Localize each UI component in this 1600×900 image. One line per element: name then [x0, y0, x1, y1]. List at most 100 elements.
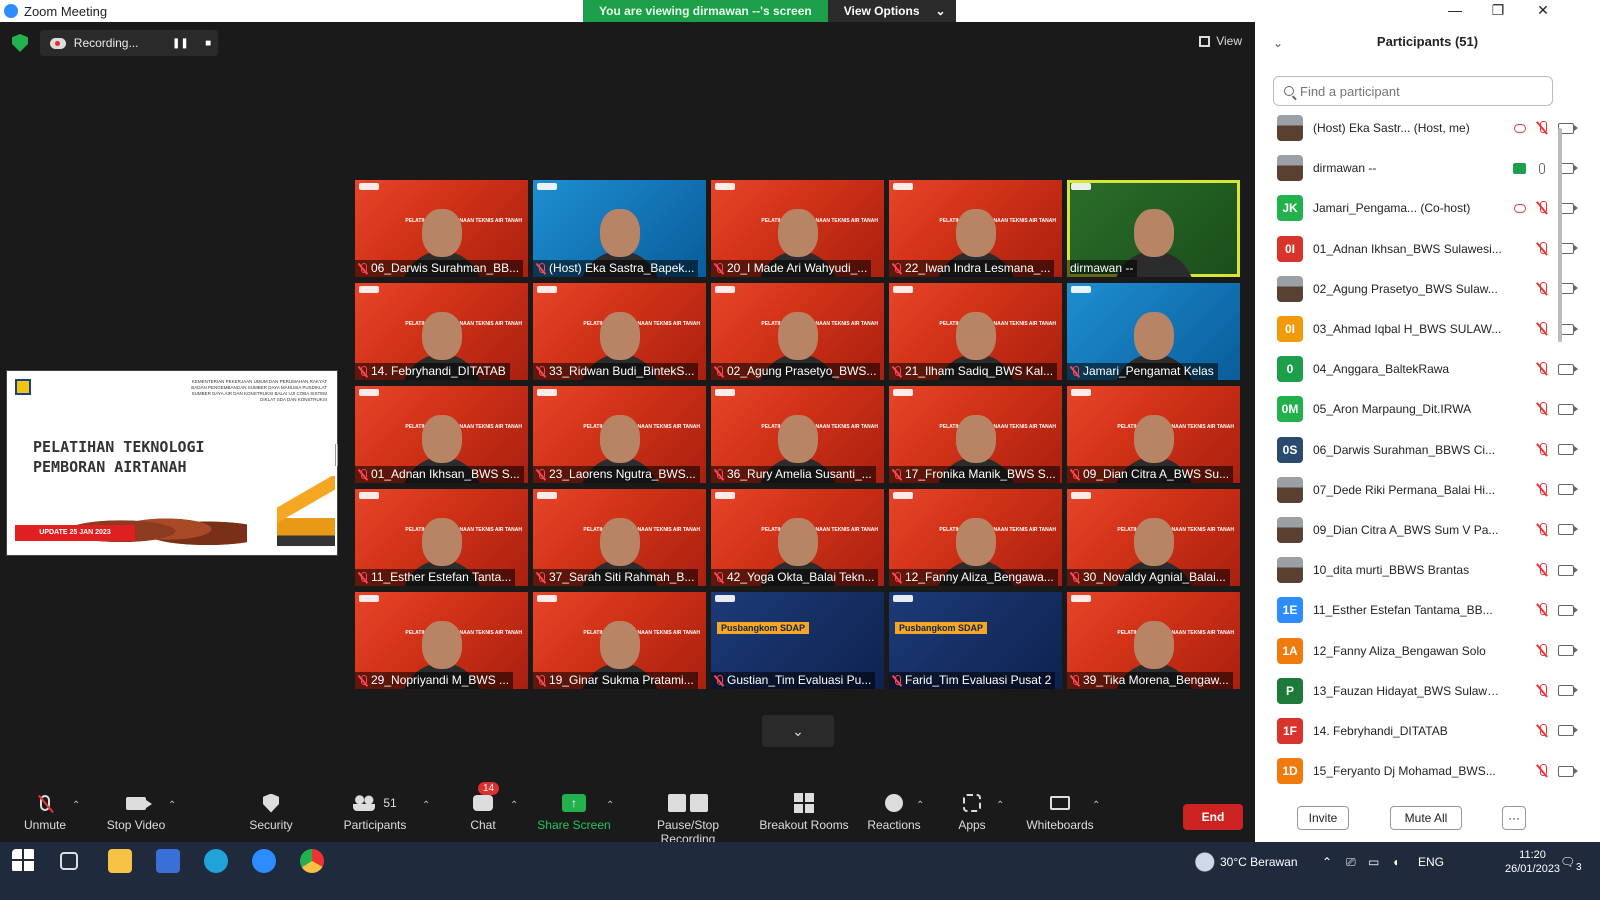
- video-tile[interactable]: PELATIHAN PERENCANAAN TEKNIS AIR TANAH 37…: [533, 489, 706, 586]
- notifications-icon[interactable]: 🗨: [1560, 842, 1575, 882]
- whiteboards-options-caret[interactable]: ⌃: [1092, 800, 1100, 811]
- participants-button[interactable]: 51 Participants: [340, 792, 410, 832]
- video-tile[interactable]: PELATIHAN PERENCANAAN TEKNIS AIR TANAH 29…: [355, 592, 528, 689]
- view-button[interactable]: View: [1199, 34, 1242, 48]
- participant-row[interactable]: 1F 14. Febryhandi_DITATAB: [1255, 711, 1600, 751]
- unmute-button[interactable]: Unmute: [22, 792, 68, 832]
- mic-muted-icon[interactable]: [1536, 723, 1548, 738]
- stop-video-button[interactable]: Stop Video: [104, 792, 168, 832]
- mute-all-button[interactable]: Mute All: [1390, 806, 1462, 830]
- stop-recording-button[interactable]: ■: [198, 38, 218, 49]
- apps-options-caret[interactable]: ⌃: [996, 800, 1004, 811]
- close-button[interactable]: ✕: [1523, 0, 1563, 22]
- participant-row[interactable]: 0 04_Anggara_BaltekRawa: [1255, 349, 1600, 389]
- windows-start-icon[interactable]: [12, 849, 36, 873]
- mic-muted-icon[interactable]: [1536, 683, 1548, 698]
- edge-browser-icon[interactable]: [204, 849, 228, 873]
- participant-row[interactable]: 0S 06_Darwis Surahman_BBWS Ci...: [1255, 430, 1600, 470]
- participant-row[interactable]: dirmawan --: [1255, 148, 1600, 188]
- video-tile[interactable]: PELATIHAN PERENCANAAN TEKNIS AIR TANAH 30…: [1067, 489, 1240, 586]
- participant-row[interactable]: JK Jamari_Pengama... (Co-host): [1255, 188, 1600, 228]
- participant-row[interactable]: 09_Dian Citra A_BWS Sum V Pa...: [1255, 510, 1600, 550]
- task-view-icon[interactable]: [60, 852, 78, 870]
- zoom-taskbar-icon[interactable]: [252, 849, 276, 873]
- encryption-shield-icon[interactable]: [12, 34, 28, 52]
- mic-muted-icon[interactable]: [1536, 281, 1548, 296]
- share-options-caret[interactable]: ⌃: [606, 800, 614, 811]
- chat-button[interactable]: 14 Chat: [466, 782, 500, 832]
- breakout-rooms-button[interactable]: Breakout Rooms: [758, 792, 850, 832]
- network-icon[interactable]: ▭: [1368, 842, 1379, 882]
- file-explorer-icon[interactable]: [108, 849, 132, 873]
- whiteboards-button[interactable]: Whiteboards: [1024, 792, 1096, 832]
- video-tile[interactable]: PELATIHAN PERENCANAAN TEKNIS AIR TANAH 17…: [889, 386, 1062, 483]
- mic-on-icon[interactable]: [1539, 162, 1545, 174]
- volume-icon[interactable]: ◖: [1392, 842, 1399, 882]
- minimize-button[interactable]: —: [1435, 0, 1475, 22]
- maximize-button[interactable]: ❐: [1478, 0, 1518, 22]
- participant-row[interactable]: (Host) Eka Sastr... (Host, me): [1255, 108, 1600, 148]
- mic-muted-icon[interactable]: [1536, 402, 1548, 416]
- video-tile[interactable]: Pusbangkom SDAP Gustian_Tim Evaluasi Pu..…: [711, 592, 884, 689]
- video-tile[interactable]: PELATIHAN PERENCANAAN TEKNIS AIR TANAH 06…: [355, 180, 528, 277]
- mic-muted-icon[interactable]: [1536, 121, 1548, 135]
- participant-row[interactable]: 1D 15_Feryanto Dj Mohamad_BWS...: [1255, 751, 1600, 791]
- participant-row[interactable]: P 13_Fauzan Hidayat_BWS Sulawe...: [1255, 671, 1600, 711]
- participant-row[interactable]: 1E 11_Esther Estefan Tantama_BB...: [1255, 590, 1600, 630]
- end-meeting-button[interactable]: End: [1183, 804, 1243, 830]
- audio-options-caret[interactable]: ⌃: [72, 800, 80, 811]
- video-tile[interactable]: Jamari_Pengamat Kelas: [1067, 283, 1240, 380]
- shared-screen-slide[interactable]: KEMENTERIAN PEKERJAAN UMUM DAN PERUMAHAN…: [6, 370, 338, 556]
- mic-muted-icon[interactable]: [1536, 482, 1548, 497]
- invite-button[interactable]: Invite: [1297, 806, 1349, 830]
- next-page-button[interactable]: ⌄: [762, 715, 834, 747]
- video-tile[interactable]: PELATIHAN PERENCANAAN TEKNIS AIR TANAH 19…: [533, 592, 706, 689]
- pause-recording-button[interactable]: ❚❚: [171, 38, 191, 49]
- participant-row[interactable]: 1A 12_Fanny Aliza_Bengawan Solo: [1255, 630, 1600, 670]
- participant-row[interactable]: 0M 05_Aron Marpaung_Dit.IRWA: [1255, 389, 1600, 429]
- video-tile[interactable]: PELATIHAN PERENCANAAN TEKNIS AIR TANAH 11…: [355, 489, 528, 586]
- video-tile[interactable]: (Host) Eka Sastra_Bapek...: [533, 180, 706, 277]
- tray-devices-icon[interactable]: ⎚: [1346, 842, 1356, 882]
- video-tile[interactable]: PELATIHAN PERENCANAAN TEKNIS AIR TANAH 01…: [355, 386, 528, 483]
- mic-muted-icon[interactable]: [1536, 563, 1548, 577]
- video-options-caret[interactable]: ⌃: [168, 800, 176, 811]
- video-tile[interactable]: PELATIHAN PERENCANAAN TEKNIS AIR TANAH 33…: [533, 283, 706, 380]
- more-options-button[interactable]: ···: [1502, 806, 1526, 830]
- participant-row[interactable]: 07_Dede Riki Permana_Balai Hi...: [1255, 470, 1600, 510]
- reactions-options-caret[interactable]: ⌃: [916, 800, 924, 811]
- participants-options-caret[interactable]: ⌃: [422, 800, 430, 811]
- participant-row[interactable]: 0I 03_Ahmad Iqbal H_BWS SULAW...: [1255, 309, 1600, 349]
- video-tile[interactable]: PELATIHAN PERENCANAAN TEKNIS AIR TANAH 12…: [889, 489, 1062, 586]
- chat-options-caret[interactable]: ⌃: [510, 800, 518, 811]
- video-tile[interactable]: PELATIHAN PERENCANAAN TEKNIS AIR TANAH 20…: [711, 180, 884, 277]
- mic-muted-icon[interactable]: [1536, 241, 1548, 256]
- mic-muted-icon[interactable]: [1536, 201, 1548, 215]
- participant-row[interactable]: 0I 01_Adnan Ikhsan_BWS Sulawesi...: [1255, 229, 1600, 269]
- weather-text[interactable]: 30°C Berawan: [1220, 842, 1298, 882]
- store-icon[interactable]: [156, 849, 180, 873]
- chrome-browser-icon[interactable]: [300, 849, 324, 873]
- mic-muted-icon[interactable]: [1536, 362, 1548, 376]
- pause-stop-recording-button[interactable]: Pause/Stop Recording: [628, 792, 748, 846]
- mic-muted-icon[interactable]: [1536, 603, 1548, 617]
- video-tile[interactable]: dirmawan --: [1067, 180, 1240, 277]
- mic-muted-icon[interactable]: [1536, 643, 1548, 658]
- tray-chevron-icon[interactable]: ⌃: [1322, 842, 1332, 882]
- video-tile[interactable]: PELATIHAN PERENCANAAN TEKNIS AIR TANAH 09…: [1067, 386, 1240, 483]
- participant-row[interactable]: 02_Agung Prasetyo_BWS Sulaw...: [1255, 269, 1600, 309]
- language-indicator[interactable]: ENG: [1418, 842, 1444, 882]
- video-tile[interactable]: PELATIHAN PERENCANAAN TEKNIS AIR TANAH 39…: [1067, 592, 1240, 689]
- reactions-button[interactable]: Reactions: [866, 792, 922, 832]
- security-button[interactable]: Security: [246, 792, 296, 832]
- video-tile[interactable]: PELATIHAN PERENCANAAN TEKNIS AIR TANAH 22…: [889, 180, 1062, 277]
- video-tile[interactable]: PELATIHAN PERENCANAAN TEKNIS AIR TANAH 42…: [711, 489, 884, 586]
- video-tile[interactable]: PELATIHAN PERENCANAAN TEKNIS AIR TANAH 36…: [711, 386, 884, 483]
- apps-button[interactable]: Apps: [956, 792, 988, 832]
- taskbar-clock[interactable]: 11:20 26/01/2023: [1505, 848, 1560, 876]
- video-tile[interactable]: Pusbangkom SDAP Farid_Tim Evaluasi Pusat …: [889, 592, 1062, 689]
- share-screen-button[interactable]: ↑ Share Screen: [536, 792, 612, 832]
- split-view-handle[interactable]: [335, 444, 338, 466]
- video-tile[interactable]: PELATIHAN PERENCANAAN TEKNIS AIR TANAH 14…: [355, 283, 528, 380]
- video-tile[interactable]: PELATIHAN PERENCANAAN TEKNIS AIR TANAH 23…: [533, 386, 706, 483]
